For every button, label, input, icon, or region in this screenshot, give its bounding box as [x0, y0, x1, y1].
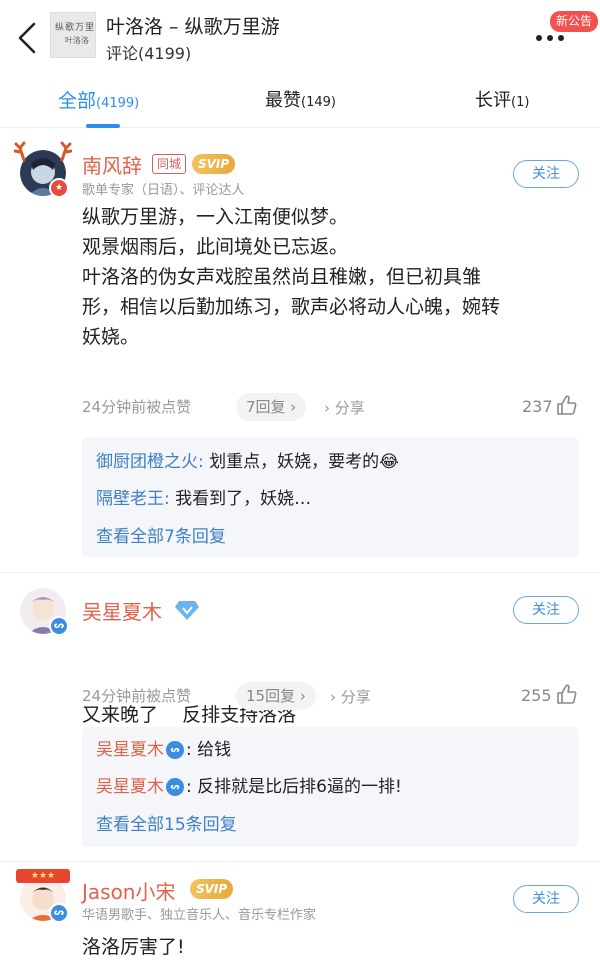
avatar[interactable]: ★ — [14, 141, 72, 198]
album-cover-artist: 叶洛洛 — [65, 36, 89, 45]
reply-username[interactable]: 御厨团橙之火: — [96, 452, 204, 472]
header-bar: 纵歌万里游 叶洛洛 叶洛洛 – 纵歌万里游 评论(4199) 新公告 — [0, 0, 600, 72]
comment-count: 评论(4199) — [106, 44, 192, 63]
svip-badge: SVIP — [190, 879, 234, 899]
comment-line: 妖娆。 — [82, 326, 140, 348]
comment-line: 纵歌万里游，一入江南便似梦。 — [82, 206, 349, 228]
tab-most-liked[interactable]: 最赞(149) — [265, 86, 336, 116]
reply-username[interactable]: 隔壁老王: — [96, 489, 170, 509]
thumbs-up-icon[interactable] — [556, 683, 578, 705]
comment-line: 形，相信以后勤加练习，歌声必将动人心魄，婉转 — [82, 296, 501, 318]
more-dot-icon — [558, 35, 564, 41]
reply-item: 御厨团橙之火: 划重点，妖娆，要考的😂 — [96, 447, 399, 472]
tab-label: 长评 — [475, 90, 511, 111]
share-button[interactable]: › 分享 — [324, 397, 365, 418]
verified-musician-icon: ᔕ — [166, 741, 184, 759]
more-dot-icon — [547, 35, 553, 41]
tab-label: 全部 — [58, 90, 97, 112]
user-description: 华语男歌手、独立音乐人、音乐专栏作家 — [82, 908, 317, 923]
album-cover[interactable]: 纵歌万里游 叶洛洛 — [50, 12, 96, 58]
more-menu-button[interactable] — [530, 28, 570, 48]
svip-badge: SVIP — [192, 154, 236, 174]
share-label: 分享 — [340, 688, 371, 706]
tab-all[interactable]: 全部(4199) — [58, 86, 140, 128]
like-count: 237 — [522, 397, 553, 416]
comment-text: 洛洛厉害了! — [82, 932, 592, 962]
star-badge-icon: ★ — [49, 178, 69, 198]
divider — [0, 861, 600, 862]
like-count: 255 — [521, 686, 552, 705]
comment-time: 24分钟前被点赞 — [82, 398, 192, 416]
verified-musician-icon: ᔕ — [49, 616, 69, 636]
avatar[interactable]: ★★★ ᔕ — [16, 869, 70, 923]
user-description: 歌单专家（日语）、评论达人 — [82, 183, 245, 198]
city-tag: 同城 — [152, 154, 187, 174]
reply-item: 吴星夏木 ᔕ: 给钱 — [96, 735, 231, 760]
comment-text: 纵歌万里游，一入江南便似梦。 观景烟雨后，此间境处已忘返。 叶洛洛的伪女声戏腔虽… — [82, 202, 592, 352]
more-dot-icon — [536, 35, 542, 41]
back-button[interactable] — [12, 18, 42, 58]
comment-username[interactable]: 吴星夏木 — [82, 596, 162, 625]
view-all-replies-link[interactable]: 查看全部7条回复 — [96, 522, 226, 547]
follow-button[interactable]: 关注 — [513, 885, 579, 913]
reply-text: : 反排就是比后排6逼的一排! — [186, 777, 402, 797]
diamond-icon — [175, 601, 199, 620]
comment-username[interactable]: 南风辞 — [82, 150, 142, 179]
reply-item: 隔壁老王: 我看到了，妖娆… — [96, 484, 311, 509]
tab-label: 最赞 — [265, 90, 301, 111]
reply-text: 我看到了，妖娆… — [169, 489, 312, 509]
reply-text: 划重点，妖娆，要考的😂 — [203, 452, 400, 472]
tab-count: (149) — [301, 95, 336, 110]
reply-preview-box[interactable]: 御厨团橙之火: 划重点，妖娆，要考的😂 隔壁老王: 我看到了，妖娆… 查看全部7… — [82, 437, 578, 557]
follow-button[interactable]: 关注 — [513, 596, 579, 624]
chevron-left-icon — [18, 22, 36, 54]
comment-line: 叶洛洛的伪女声戏腔虽然尚且稚嫩，但已初具雏 — [82, 266, 482, 288]
comment-line: 洛洛厉害了! — [82, 936, 185, 958]
reply-text: : 给钱 — [186, 740, 232, 760]
view-all-replies-link[interactable]: 查看全部15条回复 — [96, 810, 237, 835]
verified-musician-icon: ᔕ — [49, 903, 69, 923]
comment-time: 24分钟前被点赞 — [82, 687, 192, 705]
share-button[interactable]: › 分享 — [330, 686, 371, 707]
reply-username[interactable]: 吴星夏木 — [96, 777, 164, 797]
tab-long-review[interactable]: 长评(1) — [475, 86, 529, 116]
reply-username[interactable]: 吴星夏木 — [96, 740, 164, 760]
replies-button[interactable]: 7回复 › — [236, 393, 307, 421]
page-title: 叶洛洛 – 纵歌万里游 — [106, 16, 280, 38]
reply-item: 吴星夏木 ᔕ: 反排就是比后排6逼的一排! — [96, 772, 402, 797]
comment-line: 观景烟雨后，此间境处已忘返。 — [82, 236, 349, 258]
antler-decoration-icon — [14, 141, 72, 162]
album-cover-title: 纵歌万里游 — [55, 23, 96, 33]
sticker-banner-icon: ★★★ — [16, 869, 70, 883]
thumbs-up-icon[interactable] — [556, 394, 578, 416]
tab-count: (4199) — [96, 96, 140, 111]
share-label: 分享 — [334, 399, 365, 417]
replies-button[interactable]: 15回复 › — [236, 682, 316, 710]
divider — [0, 572, 600, 573]
avatar[interactable]: ᔕ — [20, 588, 69, 636]
tab-count: (1) — [511, 95, 530, 110]
tab-bar: 全部(4199) 最赞(149) 长评(1) — [0, 72, 600, 128]
reply-preview-box[interactable]: 吴星夏木 ᔕ: 给钱 吴星夏木 ᔕ: 反排就是比后排6逼的一排! 查看全部15条回复 — [82, 727, 578, 847]
verified-musician-icon: ᔕ — [166, 778, 184, 796]
follow-button[interactable]: 关注 — [513, 160, 579, 188]
comment-username[interactable]: Jason小宋 — [82, 876, 176, 905]
